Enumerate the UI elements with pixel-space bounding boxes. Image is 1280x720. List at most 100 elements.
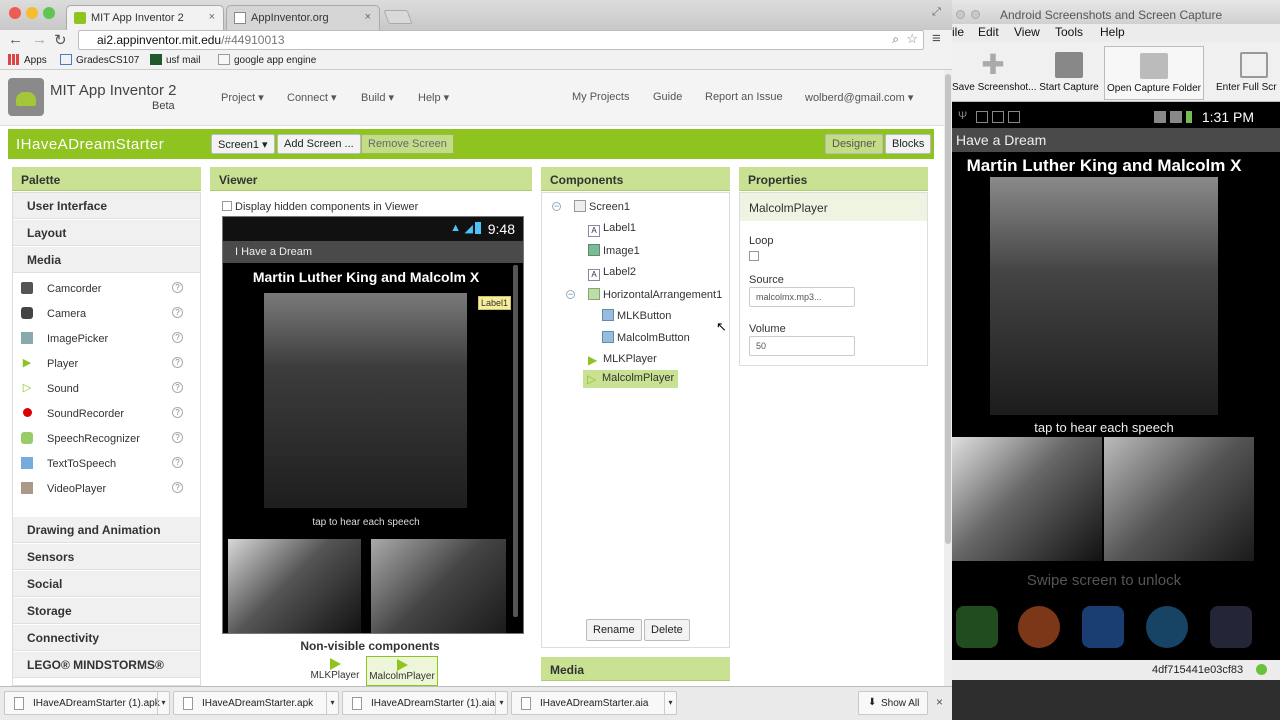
palette-item-sound[interactable]: ▷ Sound?: [13, 377, 185, 401]
menu-build[interactable]: Build ▾: [361, 91, 394, 104]
menu-file[interactable]: ile: [952, 25, 964, 39]
palette-item-imagepicker[interactable]: ImagePicker?: [13, 327, 185, 351]
menu-view[interactable]: View: [1014, 25, 1040, 39]
collapse-screen1-icon[interactable]: −: [552, 202, 561, 211]
help-icon[interactable]: ?: [172, 332, 183, 343]
device-mlk-button[interactable]: [952, 437, 1102, 561]
tree-mlkbutton[interactable]: MLKButton: [602, 309, 671, 327]
tree-label1[interactable]: A Label1: [588, 222, 636, 240]
link-my-projects[interactable]: My Projects: [572, 91, 629, 103]
bookmark-gradescs107[interactable]: GradesCS107: [60, 54, 139, 66]
dropdown-arrow-icon[interactable]: ▾: [326, 692, 338, 714]
menu-help[interactable]: Help: [1100, 25, 1125, 39]
minimize-window-button[interactable]: [26, 7, 38, 19]
phone-caption-label[interactable]: tap to hear each speech: [223, 517, 509, 528]
source-field[interactable]: malcolmx.mp3...: [749, 287, 855, 307]
tree-malcolmplayer[interactable]: ▷ MalcolmPlayer: [583, 370, 679, 388]
palette-category-storage[interactable]: Storage: [13, 598, 200, 624]
palette-category-drawing-animation[interactable]: Drawing and Animation: [13, 517, 200, 543]
blocks-button[interactable]: Blocks: [885, 134, 932, 154]
palette-item-videoplayer[interactable]: VideoPlayer?: [13, 477, 185, 501]
link-report-issue[interactable]: Report an Issue: [705, 91, 783, 103]
collapse-horizontal-arrangement-icon[interactable]: −: [566, 290, 575, 299]
phone-heading-label[interactable]: Martin Luther King and Malcolm X: [223, 269, 509, 285]
account-menu[interactable]: wolberd@gmail.com ▾: [805, 91, 913, 104]
nonvisible-mlkplayer[interactable]: MLKPlayer: [304, 656, 366, 686]
dropdown-arrow-icon[interactable]: ▾: [157, 692, 169, 714]
download-item[interactable]: IHaveADreamStarter (1).aia ▾: [342, 691, 508, 715]
menu-tools[interactable]: Tools: [1055, 25, 1083, 39]
close-downloads-icon[interactable]: ×: [936, 695, 943, 709]
help-icon[interactable]: ?: [172, 407, 183, 418]
show-all-downloads-button[interactable]: ⬇ Show All: [858, 691, 928, 715]
palette-category-lego-mindstorms[interactable]: LEGO® MINDSTORMS®: [13, 652, 200, 678]
phone-mlk-button[interactable]: [228, 539, 361, 633]
close-tab-icon[interactable]: ×: [209, 11, 215, 23]
enter-fullscreen-button[interactable]: Enter Full Scr: [1212, 46, 1280, 100]
app-inventor-logo-icon[interactable]: [8, 78, 44, 116]
remove-screen-button[interactable]: Remove Screen: [361, 134, 454, 154]
palette-category-layout[interactable]: Layout: [13, 220, 200, 246]
add-screen-button[interactable]: Add Screen ...: [277, 134, 361, 154]
bookmark-google-app-engine[interactable]: google app engine: [218, 54, 316, 66]
help-icon[interactable]: ?: [172, 307, 183, 318]
help-icon[interactable]: ?: [172, 457, 183, 468]
help-icon[interactable]: ?: [172, 382, 183, 393]
loop-checkbox[interactable]: [749, 251, 759, 261]
palette-item-player[interactable]: ▶ Player?: [13, 352, 185, 376]
page-scrollbar[interactable]: [944, 70, 952, 686]
tab-app-inventor[interactable]: MIT App Inventor 2 ×: [66, 5, 224, 30]
device-malcolm-button[interactable]: [1104, 437, 1254, 561]
search-icon[interactable]: ⌕: [892, 32, 899, 47]
tree-horizontalarrangement1[interactable]: HorizontalArrangement1: [588, 288, 722, 306]
tree-image1[interactable]: Image1: [588, 244, 640, 262]
palette-category-media[interactable]: Media: [13, 247, 200, 273]
tree-malcolmbutton[interactable]: MalcolmButton: [602, 331, 690, 349]
start-capture-button[interactable]: Start Capture: [1038, 46, 1100, 100]
dropdown-arrow-icon[interactable]: ▾: [664, 692, 676, 714]
fullscreen-icon[interactable]: ⤢: [932, 6, 941, 19]
designer-button[interactable]: Designer: [825, 134, 884, 154]
help-icon[interactable]: ?: [172, 432, 183, 443]
tree-label2[interactable]: A Label2: [588, 266, 636, 284]
palette-item-soundrecorder[interactable]: SoundRecorder?: [13, 402, 185, 426]
menu-edit[interactable]: Edit: [978, 25, 999, 39]
volume-field[interactable]: 50: [749, 336, 855, 356]
bookmark-star-icon[interactable]: ☆: [906, 31, 918, 47]
menu-project[interactable]: Project ▾: [221, 91, 264, 104]
download-item[interactable]: IHaveADreamStarter (1).apk ▾: [4, 691, 170, 715]
rename-button[interactable]: Rename: [586, 619, 642, 641]
palette-category-social[interactable]: Social: [13, 571, 200, 597]
palette-item-camcorder[interactable]: Camcorder?: [13, 277, 185, 301]
nonvisible-malcolmplayer[interactable]: MalcolmPlayer: [366, 656, 438, 686]
open-capture-folder-button[interactable]: Open Capture Folder: [1104, 46, 1204, 100]
tree-mlkplayer[interactable]: ▶ MLKPlayer: [588, 353, 657, 371]
tree-screen1[interactable]: Screen1: [574, 200, 630, 218]
close-window-button[interactable]: [956, 10, 965, 19]
zoom-window-button[interactable]: [43, 7, 55, 19]
link-guide[interactable]: Guide: [653, 91, 682, 103]
tab-appinventor-org[interactable]: AppInventor.org ×: [226, 5, 380, 30]
chrome-menu-icon[interactable]: ≡: [932, 30, 941, 47]
dropdown-arrow-icon[interactable]: ▾: [495, 692, 507, 714]
palette-category-connectivity[interactable]: Connectivity: [13, 625, 200, 651]
reload-icon[interactable]: ↻: [54, 31, 67, 49]
checkbox-box[interactable]: [222, 201, 232, 211]
palette-category-sensors[interactable]: Sensors: [13, 544, 200, 570]
palette-item-speechrecognizer[interactable]: SpeechRecognizer?: [13, 427, 185, 451]
screen-select-dropdown[interactable]: Screen1 ▾: [211, 134, 275, 154]
minimize-window-button[interactable]: [971, 10, 980, 19]
palette-item-camera[interactable]: Camera?: [13, 302, 185, 326]
close-tab-icon[interactable]: ×: [365, 11, 371, 23]
save-screenshot-button[interactable]: ✚ Save Screenshot...: [952, 46, 1037, 100]
help-icon[interactable]: ?: [172, 482, 183, 493]
menu-help[interactable]: Help ▾: [418, 91, 449, 104]
bookmark-apps[interactable]: Apps: [8, 54, 47, 66]
forward-arrow-icon[interactable]: →: [32, 31, 47, 48]
bookmark-usf-mail[interactable]: usf mail: [150, 54, 200, 66]
address-bar[interactable]: ai2.appinventor.mit.edu/#44910013 ⌕ ☆: [78, 30, 924, 50]
scrollbar-thumb[interactable]: [945, 74, 951, 544]
palette-item-texttospeech[interactable]: TextToSpeech?: [13, 452, 185, 476]
palette-category-user-interface[interactable]: User Interface: [13, 193, 200, 219]
menu-connect[interactable]: Connect ▾: [287, 91, 337, 104]
